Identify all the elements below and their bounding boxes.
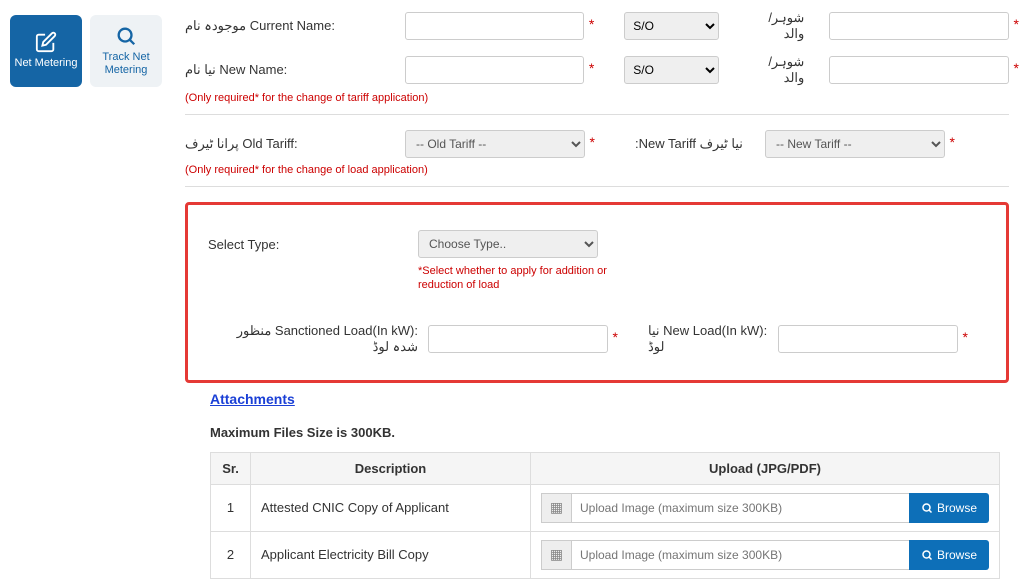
old-tariff-select[interactable]: -- Old Tariff -- bbox=[405, 130, 585, 158]
new-tariff-label: نیا ٹیرف New Tariff: bbox=[635, 136, 755, 152]
current-name-input[interactable] bbox=[405, 12, 585, 40]
sanctioned-load-input[interactable] bbox=[428, 325, 608, 353]
track-net-tile[interactable]: Track Net Metering bbox=[90, 15, 162, 87]
required-star: * bbox=[1014, 16, 1019, 32]
row-sr: 1 bbox=[211, 484, 251, 531]
current-relation-name-input[interactable] bbox=[829, 12, 1009, 40]
track-net-label: Track Net Metering bbox=[90, 51, 162, 77]
relation-urdu-1: شوہر/ والد bbox=[744, 10, 804, 42]
col-desc: Description bbox=[251, 452, 531, 484]
divider bbox=[185, 114, 1009, 115]
required-star: * bbox=[950, 134, 955, 150]
new-tariff-select[interactable]: -- New Tariff -- bbox=[765, 130, 945, 158]
select-type-dropdown[interactable]: Choose Type.. bbox=[418, 230, 598, 258]
search-icon bbox=[115, 25, 137, 47]
new-relation-name-input[interactable] bbox=[829, 56, 1009, 84]
tariff-note: (Only required* for the change of tariff… bbox=[185, 92, 1009, 104]
col-upload: Upload (JPG/PDF) bbox=[531, 452, 1000, 484]
search-icon bbox=[921, 502, 933, 514]
required-star: * bbox=[589, 60, 594, 76]
upload-input-1[interactable] bbox=[571, 493, 909, 523]
upload-input-2[interactable] bbox=[571, 540, 909, 570]
required-star: * bbox=[613, 329, 618, 345]
browse-button-2[interactable]: Browse bbox=[909, 540, 989, 570]
new-name-label: :New Name نیا نام bbox=[185, 62, 395, 78]
row-desc: Applicant Electricity Bill Copy bbox=[251, 531, 531, 578]
row-desc: Attested CNIC Copy of Applicant bbox=[251, 484, 531, 531]
new-load-label: :New Load(In kW) نیا لوڈ bbox=[648, 323, 768, 355]
browse-button-1[interactable]: Browse bbox=[909, 493, 989, 523]
select-type-section: Select Type: Choose Type.. *Select wheth… bbox=[185, 202, 1009, 383]
table-row: 1 Attested CNIC Copy of Applicant ▦ Brow… bbox=[211, 484, 1000, 531]
required-star: * bbox=[1014, 60, 1019, 76]
image-icon: ▦ bbox=[541, 540, 571, 570]
search-icon bbox=[921, 549, 933, 561]
current-name-label: :Current Name موجودہ نام bbox=[185, 18, 395, 34]
col-sr: Sr. bbox=[211, 452, 251, 484]
divider bbox=[185, 186, 1009, 187]
row-sr: 2 bbox=[211, 531, 251, 578]
net-metering-label: Net Metering bbox=[15, 57, 78, 70]
select-type-note: *Select whether to apply for addition or… bbox=[418, 264, 608, 293]
edit-icon bbox=[35, 31, 57, 53]
relation-select-1[interactable]: S/O bbox=[624, 12, 719, 40]
old-tariff-label: :Old Tariff پرانا ٹیرف bbox=[185, 136, 395, 152]
required-star: * bbox=[589, 16, 594, 32]
new-name-input[interactable] bbox=[405, 56, 585, 84]
net-metering-tile[interactable]: Net Metering bbox=[10, 15, 82, 87]
required-star: * bbox=[963, 329, 968, 345]
attachments-table: Sr. Description Upload (JPG/PDF) 1 Attes… bbox=[210, 452, 1000, 579]
relation-select-2[interactable]: S/O bbox=[624, 56, 719, 84]
select-type-label: Select Type: bbox=[208, 237, 418, 252]
required-star: * bbox=[590, 134, 595, 150]
image-icon: ▦ bbox=[541, 493, 571, 523]
attachments-title: Attachments bbox=[210, 391, 1009, 407]
relation-urdu-2: شوہر/ والد bbox=[744, 54, 804, 86]
load-note: (Only required* for the change of load a… bbox=[185, 164, 1009, 176]
sanctioned-load-label: :Sanctioned Load(In kW) منظور شدہ لوڈ bbox=[208, 323, 418, 355]
new-load-input[interactable] bbox=[778, 325, 958, 353]
table-row: 2 Applicant Electricity Bill Copy ▦ Brow… bbox=[211, 531, 1000, 578]
max-file-note: Maximum Files Size is 300KB. bbox=[210, 425, 1009, 440]
